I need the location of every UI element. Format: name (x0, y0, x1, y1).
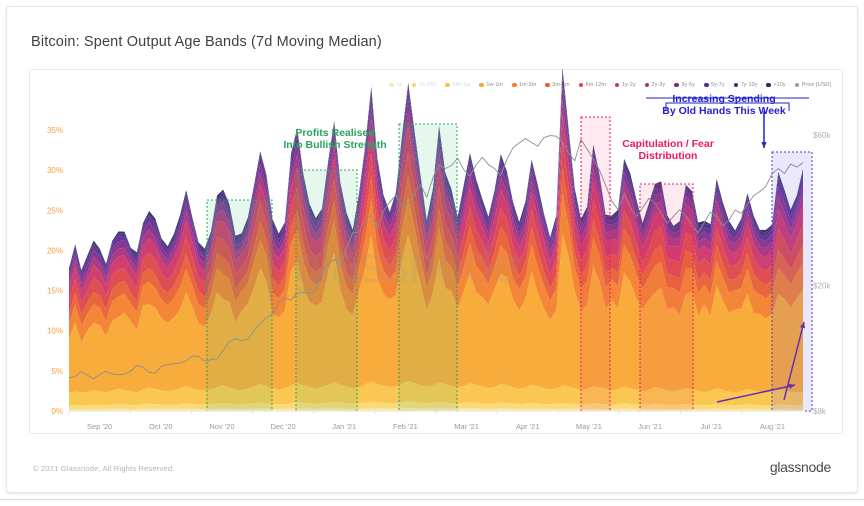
annotation-capitulation-fear: Capitulation / Fear Distribution (607, 138, 729, 163)
annotation-line: Into Bullish Strength (283, 139, 387, 152)
x-axis-tick-label: Mar '21 (454, 422, 479, 431)
y-axis-tick-label: 15% (47, 287, 63, 296)
y-axis-tick-label: 5% (51, 367, 63, 376)
annotation-increasing-spending: Increasing Spending By Old Hands This We… (639, 93, 809, 118)
copyright-text: © 2021 Glassnode, All Rights Reserved. (33, 464, 175, 473)
y-axis-tick-label: 10% (47, 327, 63, 336)
annotation-line: Distribution (638, 150, 698, 163)
y2-axis-tick-label: $8k (813, 407, 827, 416)
x-axis-tick-label: Feb '21 (393, 422, 418, 431)
chart-card: Bitcoin: Spent Output Age Bands (7d Movi… (6, 6, 858, 493)
highlight-region-region-red-1 (580, 116, 611, 412)
highlight-region-region-green-1 (206, 199, 273, 412)
x-axis-tick-label: Dec '20 (270, 422, 295, 431)
y-axis-tick-label: 0% (51, 407, 63, 416)
x-axis-tick-label: Aug '21 (760, 422, 785, 431)
x-axis-tick-label: Jul '21 (701, 422, 722, 431)
annotation-line: Increasing Spending (672, 93, 776, 105)
x-axis-tick-label: Nov '20 (209, 422, 234, 431)
x-axis-tick-label: Apr '21 (516, 422, 540, 431)
annotation-line: By Old Hands This Week (662, 105, 786, 118)
y2-axis-tick-label: $60k (813, 131, 831, 140)
page-title: Bitcoin: Spent Output Age Bands (7d Movi… (31, 34, 382, 50)
y-axis-tick-label: 25% (47, 206, 63, 215)
y-axis-tick-label: 30% (47, 166, 63, 175)
annotation-profits-realised: Profits Realised Into Bullish Strength (269, 127, 401, 152)
y2-axis-tick-label: $20k (813, 282, 831, 291)
x-axis-tick-label: Jan '21 (332, 422, 356, 431)
glassnode-logo: glassnode (769, 459, 831, 475)
x-axis-tick-label: Sep '20 (87, 422, 112, 431)
x-axis-tick-label: Jun '21 (638, 422, 662, 431)
x-axis-tick-label: Oct '20 (149, 422, 173, 431)
page-bottom-divider (0, 499, 864, 500)
highlight-region-region-red-2 (639, 183, 694, 412)
y-axis-tick-label: 35% (47, 126, 63, 135)
annotation-line: Profits Realised (295, 127, 375, 139)
watermark: glassnode (292, 236, 521, 294)
y-axis-tick-label: 20% (47, 246, 63, 255)
annotation-line: Capitulation / Fear (622, 138, 714, 150)
x-axis-tick-label: May '21 (576, 422, 602, 431)
highlight-region-region-blue-1 (771, 151, 813, 412)
screenshot-root: Bitcoin: Spent Output Age Bands (7d Movi… (0, 0, 864, 506)
